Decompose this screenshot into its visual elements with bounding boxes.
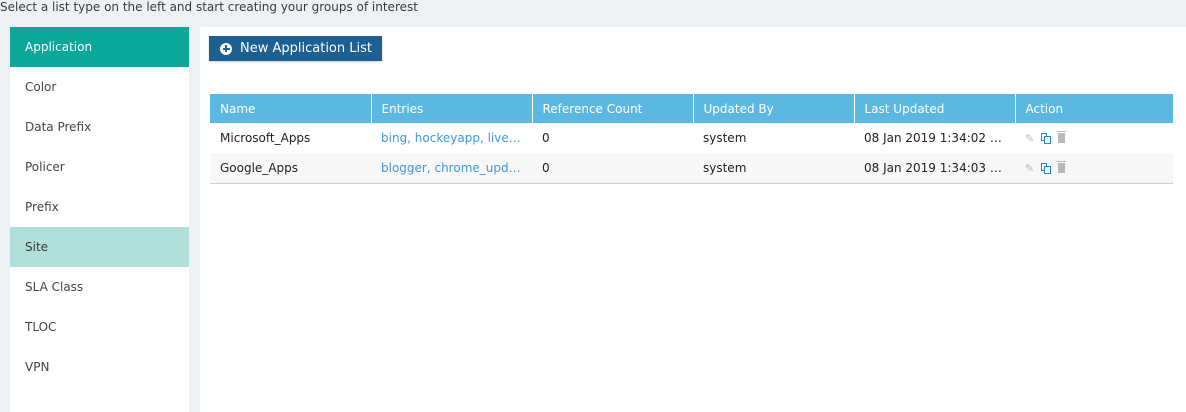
cell-updated-by: system <box>693 123 854 153</box>
cell-action: ✎ <box>1015 153 1173 184</box>
sidebar-item-sla-class[interactable]: SLA Class <box>10 267 189 307</box>
table-row[interactable]: Microsoft_Apps bing, hockeyapp, live_hot… <box>210 123 1173 153</box>
cell-updated-by: system <box>693 153 854 184</box>
cell-last-updated: 08 Jan 2019 1:34:02 AM ... <box>854 123 1015 153</box>
column-header-name[interactable]: Name <box>210 94 372 123</box>
table-row[interactable]: Google_Apps blogger, chrome_update, ... … <box>210 153 1173 184</box>
trash-icon[interactable] <box>1056 130 1066 143</box>
pencil-icon[interactable]: ✎ <box>1025 162 1034 175</box>
sidebar-item-data-prefix[interactable]: Data Prefix <box>10 107 189 147</box>
new-application-list-button[interactable]: New Application List <box>209 36 382 61</box>
cell-name: Google_Apps <box>210 153 371 184</box>
sidebar-item-vpn[interactable]: VPN <box>10 347 189 387</box>
list-type-sidebar: Application Color Data Prefix Policer Pr… <box>10 27 189 412</box>
cell-reference-count: 0 <box>532 123 693 153</box>
application-list-table: Name Entries Reference Count Updated By … <box>210 94 1173 184</box>
sidebar-item-site[interactable]: Site <box>10 227 189 267</box>
sidebar-item-color[interactable]: Color <box>10 67 189 107</box>
pencil-icon[interactable]: ✎ <box>1025 132 1034 145</box>
sidebar-item-prefix[interactable]: Prefix <box>10 187 189 227</box>
column-header-action: Action <box>1015 94 1173 123</box>
page-instruction: Select a list type on the left and start… <box>0 0 418 14</box>
sidebar-item-tloc[interactable]: TLOC <box>10 307 189 347</box>
cell-last-updated: 08 Jan 2019 1:34:03 AM ... <box>854 153 1015 184</box>
trash-icon[interactable] <box>1056 160 1066 173</box>
sidebar-item-policer[interactable]: Policer <box>10 147 189 187</box>
column-header-reference-count[interactable]: Reference Count <box>532 94 694 123</box>
copy-icon[interactable] <box>1041 133 1052 144</box>
cell-entries[interactable]: bing, hockeyapp, live_hot... <box>371 123 532 153</box>
sidebar-item-application[interactable]: Application <box>10 27 189 67</box>
cell-entries[interactable]: blogger, chrome_update, ... <box>371 153 532 184</box>
plus-circle-icon <box>220 42 232 55</box>
cell-reference-count: 0 <box>532 153 693 184</box>
cell-action: ✎ <box>1015 123 1173 153</box>
cell-name: Microsoft_Apps <box>210 123 371 153</box>
column-header-updated-by[interactable]: Updated By <box>693 94 855 123</box>
column-header-last-updated[interactable]: Last Updated <box>854 94 1016 123</box>
copy-icon[interactable] <box>1041 163 1052 174</box>
column-header-entries[interactable]: Entries <box>371 94 533 123</box>
new-application-list-label: New Application List <box>240 41 372 56</box>
table-header-row: Name Entries Reference Count Updated By … <box>210 94 1173 123</box>
main-panel: New Application List Name Entries Refere… <box>200 27 1186 412</box>
